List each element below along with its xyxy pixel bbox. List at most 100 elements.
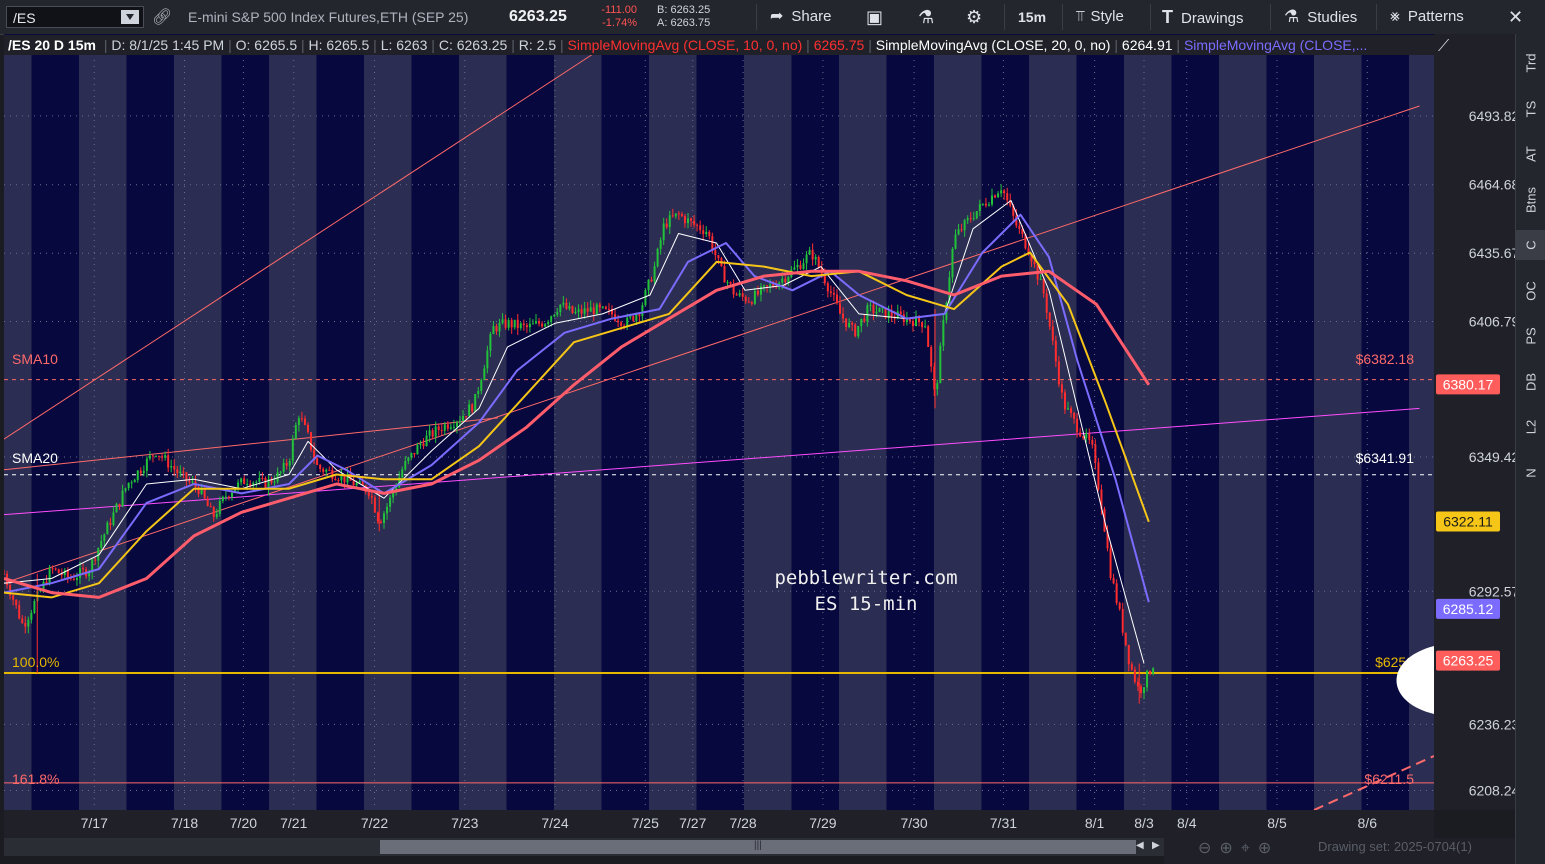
snapshot-button[interactable]: ▣ — [866, 0, 883, 34]
candle-body — [750, 302, 753, 304]
candle-body — [1060, 384, 1063, 393]
candle-body — [927, 326, 930, 347]
candle-body — [766, 285, 769, 287]
side-tab-l2[interactable]: L2 — [1516, 412, 1545, 442]
candle-body — [875, 311, 878, 314]
candle-body — [136, 470, 139, 480]
patterns-button[interactable]: ⨳ Patterns — [1390, 0, 1464, 34]
close-icon[interactable]: ✕ — [1508, 0, 1523, 34]
candle-body — [589, 307, 592, 312]
side-tab-n[interactable]: N — [1516, 458, 1545, 488]
candle-body — [212, 507, 215, 518]
date-tick: 7/18 — [171, 815, 198, 831]
legend-sma-other[interactable]: SimpleMovingAvg (CLOSE,... — [1184, 37, 1367, 53]
candle-body — [744, 296, 747, 302]
drawings-button[interactable]: T Drawings — [1162, 0, 1244, 34]
fib-161-price: $6211.5 — [1364, 771, 1414, 787]
zoom-in-icon[interactable]: ⊕ — [1219, 840, 1240, 857]
session-band — [79, 54, 127, 810]
crosshair-icon[interactable]: ⌖ — [1241, 840, 1258, 857]
legend-sma20[interactable]: SimpleMovingAvg (CLOSE, 20, 0, no) — [876, 37, 1111, 53]
candle-body — [683, 216, 686, 224]
candle-body — [714, 250, 717, 256]
candle-body — [1003, 190, 1006, 194]
candle-body — [781, 278, 784, 283]
timeframe-button[interactable]: 15m — [1018, 0, 1046, 34]
studies-button[interactable]: ⚗ Studies — [1284, 0, 1357, 34]
side-tab-trd[interactable]: Trd — [1516, 48, 1545, 78]
candle-body — [665, 223, 668, 228]
side-tab-c[interactable]: C — [1516, 230, 1545, 260]
chart-area[interactable]: SMA10 $6382.18 SMA20 $6341.91 100.0% $62… — [4, 34, 1434, 810]
session-band — [1314, 54, 1362, 810]
candle-body — [1045, 293, 1048, 313]
price-chart[interactable]: SMA10 $6382.18 SMA20 $6341.91 100.0% $62… — [4, 34, 1434, 810]
settings-button[interactable]: ⚙ — [966, 0, 982, 34]
candle-body — [784, 278, 787, 283]
candle-body — [741, 293, 744, 297]
candle-body — [240, 478, 243, 483]
candle-body — [57, 569, 60, 574]
candle-body — [1130, 664, 1133, 670]
sma20-price: $6341.91 — [1356, 450, 1415, 466]
candle-body — [939, 345, 942, 384]
candle-body — [446, 424, 449, 429]
candle-body — [1094, 444, 1097, 463]
price-axis[interactable]: ⟋ 6493.82 6464.68 6435.67 6406.79 6349.42 629… — [1434, 34, 1520, 810]
candle-body — [431, 430, 434, 437]
change-value: -111.00 — [601, 4, 637, 16]
gear-icon: ⚙ — [966, 7, 983, 27]
date-axis-labels: 7/17 7/18 7/20 7/21 7/22 7/23 7/24 7/25 7/27 7/28… — [81, 815, 1378, 831]
session-band — [31, 54, 79, 810]
draw-line-icon[interactable]: ⟋ — [1438, 38, 1462, 58]
scroll-left-icon[interactable]: ◀ — [1136, 840, 1144, 851]
legend-sma10[interactable]: SimpleMovingAvg (CLOSE, 10, 0, no) — [568, 37, 803, 53]
side-tab-label: Trd — [1523, 53, 1539, 73]
symbol-selector[interactable]: /ES — [6, 6, 144, 28]
candle-body — [440, 429, 443, 431]
scroll-right-icon[interactable]: ▶ — [1152, 840, 1160, 851]
candle-body — [975, 211, 978, 219]
candle-body — [987, 204, 990, 206]
candle-body — [696, 224, 699, 226]
candle-body — [574, 311, 577, 314]
candle-body — [787, 276, 790, 283]
candle-body — [860, 318, 863, 327]
link-icon[interactable]: 🔗︎ — [152, 7, 172, 27]
candle-body — [124, 488, 127, 491]
chevron-down-icon[interactable] — [121, 10, 139, 24]
side-tab-oc[interactable]: OC — [1516, 276, 1545, 306]
side-tab-label: DB — [1523, 372, 1539, 391]
candle-body — [647, 279, 650, 290]
candle-body — [984, 203, 987, 206]
candle-body — [1146, 670, 1149, 688]
share-button[interactable]: ➦ Share — [770, 0, 831, 34]
candle-body — [635, 314, 638, 321]
side-tab-db[interactable]: DB — [1516, 367, 1545, 397]
candle-body — [21, 618, 24, 623]
flask-button[interactable]: ⚗ — [918, 0, 934, 34]
style-button[interactable]: ⫪ Style — [1076, 0, 1124, 34]
legend-high: H: 6265.5 — [308, 37, 370, 53]
candle-body — [1057, 361, 1060, 385]
price-tag-label: 6380.17 — [1443, 376, 1494, 392]
candle-body — [802, 263, 805, 269]
date-axis[interactable]: 7/17 7/18 7/20 7/21 7/22 7/23 7/24 7/25 7/27 7/28… — [4, 810, 1434, 838]
zoom-out-icon[interactable]: ⊖ — [1198, 840, 1219, 857]
date-tick: 7/21 — [280, 815, 307, 831]
horizontal-scrollbar[interactable]: ||| ◀ ▶ — [4, 838, 1164, 856]
zoom-controls[interactable]: ⊖⊕⌖⊕ — [1198, 838, 1279, 858]
side-tab-btns[interactable]: Btns — [1516, 185, 1545, 215]
candle-body — [641, 305, 644, 317]
candle-body — [285, 462, 288, 466]
side-tab-ts[interactable]: TS — [1516, 94, 1545, 124]
date-tick: 7/22 — [361, 815, 388, 831]
zoom-fit-icon[interactable]: ⊕ — [1258, 840, 1279, 857]
side-tab-ps[interactable]: PS — [1516, 321, 1545, 351]
legend-sma10-value: 6265.75 — [813, 37, 865, 53]
candle-body — [410, 452, 413, 458]
side-tab-at[interactable]: AT — [1516, 139, 1545, 169]
candle-body — [525, 324, 528, 328]
candle-body — [510, 320, 513, 328]
session-band — [1029, 54, 1077, 810]
